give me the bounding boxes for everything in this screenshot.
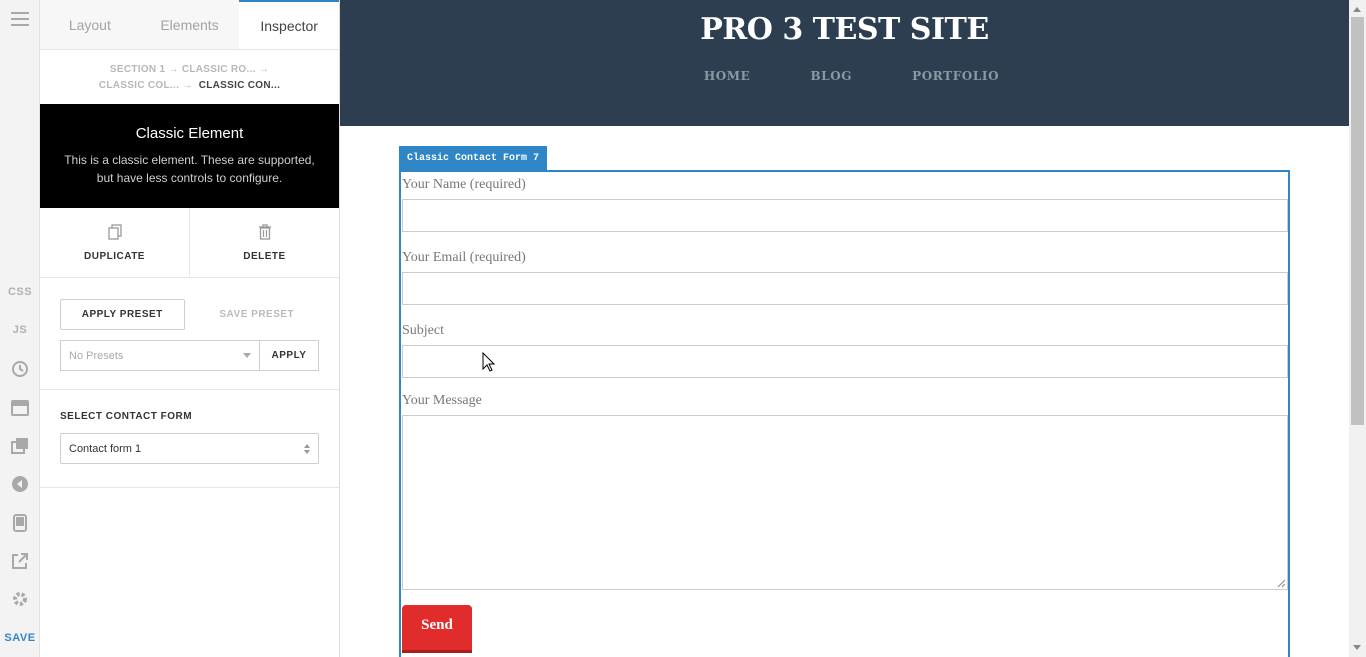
external-link-icon[interactable] — [0, 546, 40, 576]
layers-icon[interactable] — [0, 431, 40, 461]
contact-form[interactable]: Your Name (required) Your Email (require… — [399, 170, 1290, 657]
send-button[interactable]: Send — [402, 605, 472, 650]
site-title[interactable]: PRO 3 TEST SITE — [340, 0, 1349, 47]
tab-layout[interactable]: Layout — [40, 0, 140, 49]
trash-icon — [258, 223, 272, 243]
back-icon[interactable] — [0, 469, 40, 499]
history-icon[interactable] — [0, 354, 40, 384]
message-textarea[interactable] — [402, 415, 1288, 590]
nav-blog[interactable]: BLOG — [810, 69, 852, 83]
breadcrumb-column[interactable]: CLASSIC COL... → — [99, 80, 193, 91]
name-label: Your Name (required) — [402, 177, 526, 192]
preset-select-value: No Presets — [69, 349, 124, 362]
resize-grip-icon[interactable] — [1277, 579, 1286, 588]
contact-form-section: SELECT CONTACT FORM Contact form 1 — [40, 390, 339, 488]
breadcrumb-line-1[interactable]: SECTION 1 → CLASSIC RO... → — [60, 62, 319, 78]
breadcrumb-current: CLASSIC CON... — [198, 80, 281, 91]
scrollbar[interactable] — [1349, 0, 1366, 657]
copy-icon — [107, 223, 122, 243]
chevron-down-icon — [243, 353, 251, 358]
element-info: Classic Element This is a classic elemen… — [40, 104, 339, 208]
save-button[interactable]: SAVE — [0, 623, 40, 653]
subject-label: Subject — [402, 323, 444, 338]
js-label: JS — [12, 324, 28, 336]
email-input[interactable] — [402, 272, 1288, 305]
updown-icon — [304, 443, 310, 454]
element-tag[interactable]: Classic Contact Form 7 — [399, 146, 548, 170]
duplicate-label: DUPLICATE — [84, 250, 145, 262]
tab-elements[interactable]: Elements — [140, 0, 240, 49]
element-title: Classic Element — [135, 125, 244, 142]
apply-preset-button[interactable]: APPLY PRESET — [60, 299, 185, 330]
gear-icon[interactable] — [0, 584, 40, 614]
presets-section: APPLY PRESET SAVE PRESET No Presets APPL… — [40, 278, 339, 390]
tab-inspector[interactable]: Inspector — [239, 0, 340, 49]
email-label: Your Email (required) — [402, 250, 526, 265]
css-label: CSS — [7, 286, 33, 298]
nav-portfolio[interactable]: PORTFOLIO — [912, 69, 999, 83]
mouse-cursor-icon — [482, 352, 496, 372]
save-preset-button[interactable]: SAVE PRESET — [195, 299, 319, 330]
panel-tabs: Layout Elements Inspector — [40, 0, 340, 50]
duplicate-button[interactable]: DUPLICATE — [40, 208, 189, 277]
contact-form-select[interactable]: Contact form 1 — [60, 433, 319, 464]
apply-button[interactable]: APPLY — [259, 340, 319, 371]
icon-rail: CSS JS SAVE — [0, 0, 40, 657]
css-button[interactable]: CSS — [0, 277, 40, 307]
save-label: SAVE — [4, 632, 36, 644]
site-header: PRO 3 TEST SITE HOME BLOG PORTFOLIO — [340, 0, 1349, 126]
breadcrumb: SECTION 1 → CLASSIC RO... → CLASSIC COL.… — [40, 50, 339, 104]
menu-icon[interactable] — [0, 4, 40, 34]
contact-form-label: SELECT CONTACT FORM — [60, 411, 193, 422]
nav-home[interactable]: HOME — [704, 69, 751, 83]
subject-input[interactable] — [402, 345, 1288, 378]
element-actions: DUPLICATE DELETE — [40, 208, 339, 278]
scroll-down-icon[interactable] — [1353, 645, 1361, 650]
inspector-panel: Layout Elements Inspector SECTION 1 → CL… — [40, 0, 340, 657]
element-description: This is a classic element. These are sup… — [64, 153, 315, 185]
header-builder-icon[interactable] — [0, 393, 40, 423]
js-button[interactable]: JS — [0, 315, 40, 345]
delete-label: DELETE — [243, 250, 286, 262]
scroll-up-icon[interactable] — [1353, 7, 1361, 12]
contact-form-value: Contact form 1 — [69, 442, 142, 455]
message-label: Your Message — [402, 393, 482, 408]
site-preview: PRO 3 TEST SITE HOME BLOG PORTFOLIO Clas… — [340, 0, 1349, 657]
delete-button[interactable]: DELETE — [189, 208, 339, 277]
scroll-thumb[interactable] — [1351, 17, 1364, 425]
name-input[interactable] — [402, 199, 1288, 232]
preset-select[interactable]: No Presets — [60, 340, 259, 371]
site-nav: HOME BLOG PORTFOLIO — [354, 69, 1349, 83]
responsive-icon[interactable] — [0, 508, 40, 538]
